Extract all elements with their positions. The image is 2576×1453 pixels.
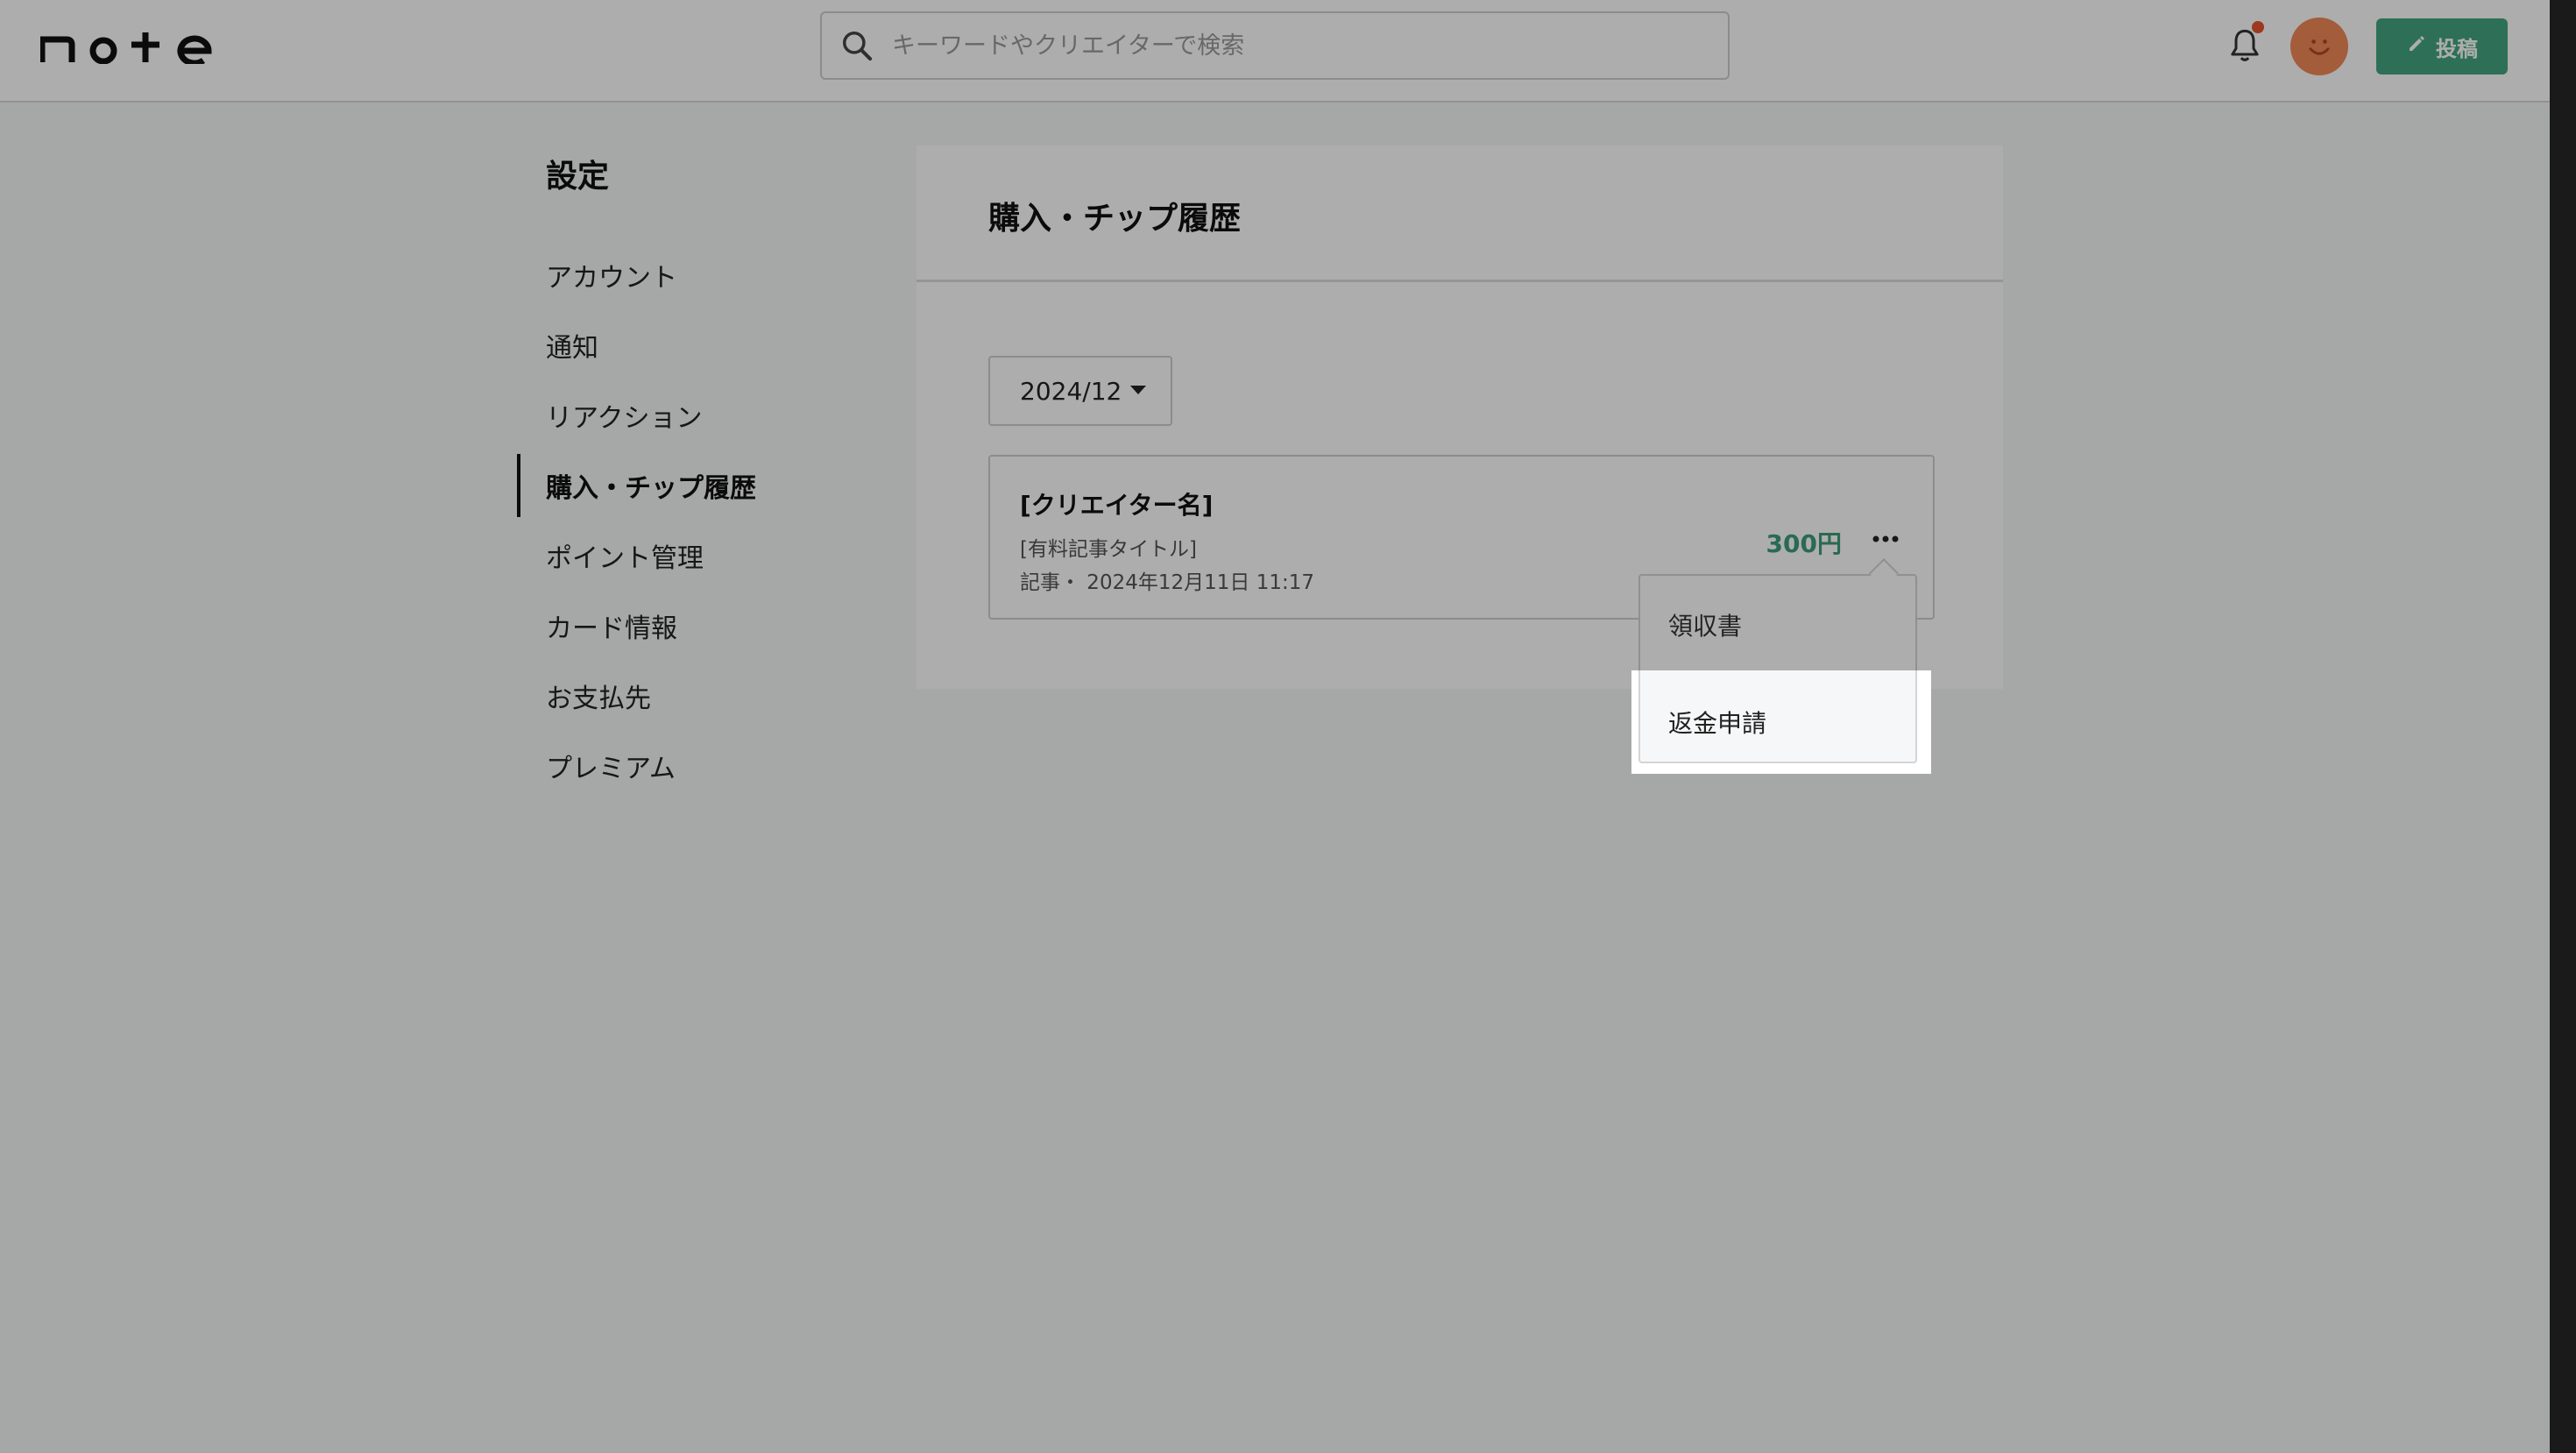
menu-item-refund-request[interactable]: 返金申請: [1631, 670, 1931, 774]
menu-item-label: 返金申請: [1668, 709, 1767, 738]
menu-item-label: 領収書: [1668, 612, 1743, 641]
dim-overlay: [0, 0, 2550, 1453]
window-edge: [2550, 0, 2576, 1453]
menu-item-receipt[interactable]: 領収書: [1640, 581, 1915, 669]
